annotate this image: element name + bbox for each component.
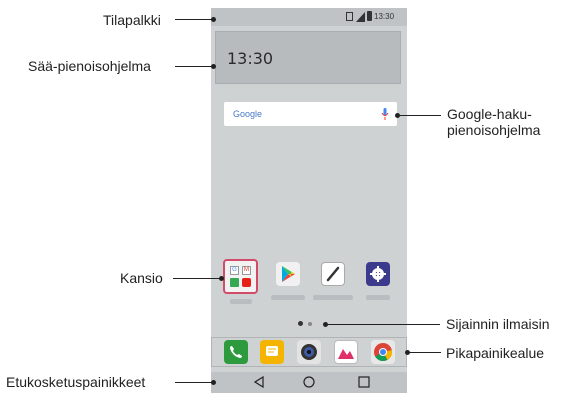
weather-widget-label: Sää-pienoisohjelma — [28, 58, 151, 74]
page-indicator-label: Sijainnin ilmaisin — [446, 316, 550, 332]
folder-label — [230, 299, 252, 304]
microphone-icon[interactable] — [381, 108, 389, 120]
battery-icon — [367, 11, 372, 21]
settings-label — [366, 295, 390, 300]
play-store-label — [271, 295, 305, 300]
status-time: 13:30 — [374, 12, 395, 21]
quick-access-label: Pikapainikealue — [446, 345, 545, 361]
google-widget-label-2: pienoisohjelma — [447, 122, 541, 138]
play-store-icon[interactable] — [276, 262, 300, 286]
gallery-icon[interactable] — [334, 340, 358, 364]
weather-widget[interactable]: 13:30 — [215, 31, 401, 84]
google-logo: Google — [233, 109, 263, 119]
settings-icon[interactable] — [366, 262, 390, 286]
folder-label-callout: Kansio — [120, 270, 163, 286]
signal-icon — [356, 12, 365, 22]
recents-icon[interactable] — [358, 376, 370, 388]
google-widget-label-1: Google-haku- — [447, 106, 532, 122]
folder-icon[interactable]: G M — [223, 259, 258, 294]
status-bar-label: Tilapalkki — [103, 12, 161, 28]
home-icon[interactable] — [303, 376, 315, 388]
quick-access-area — [211, 337, 407, 367]
messages-icon[interactable] — [260, 340, 284, 364]
phone-icon[interactable] — [224, 340, 248, 364]
google-search-widget[interactable]: Google — [224, 102, 397, 126]
pen-app-label — [313, 295, 353, 300]
touch-buttons-label: Etukosketuspainikkeet — [6, 374, 146, 390]
weather-time: 13:30 — [227, 49, 274, 68]
chrome-icon[interactable] — [371, 340, 395, 364]
back-icon[interactable] — [253, 376, 265, 388]
pen-icon[interactable] — [321, 262, 345, 286]
camera-icon[interactable] — [297, 340, 321, 364]
status-bar: 13:30 — [211, 8, 407, 26]
nfc-icon — [346, 12, 353, 21]
page-indicator — [298, 321, 320, 327]
front-touch-buttons — [211, 372, 407, 393]
